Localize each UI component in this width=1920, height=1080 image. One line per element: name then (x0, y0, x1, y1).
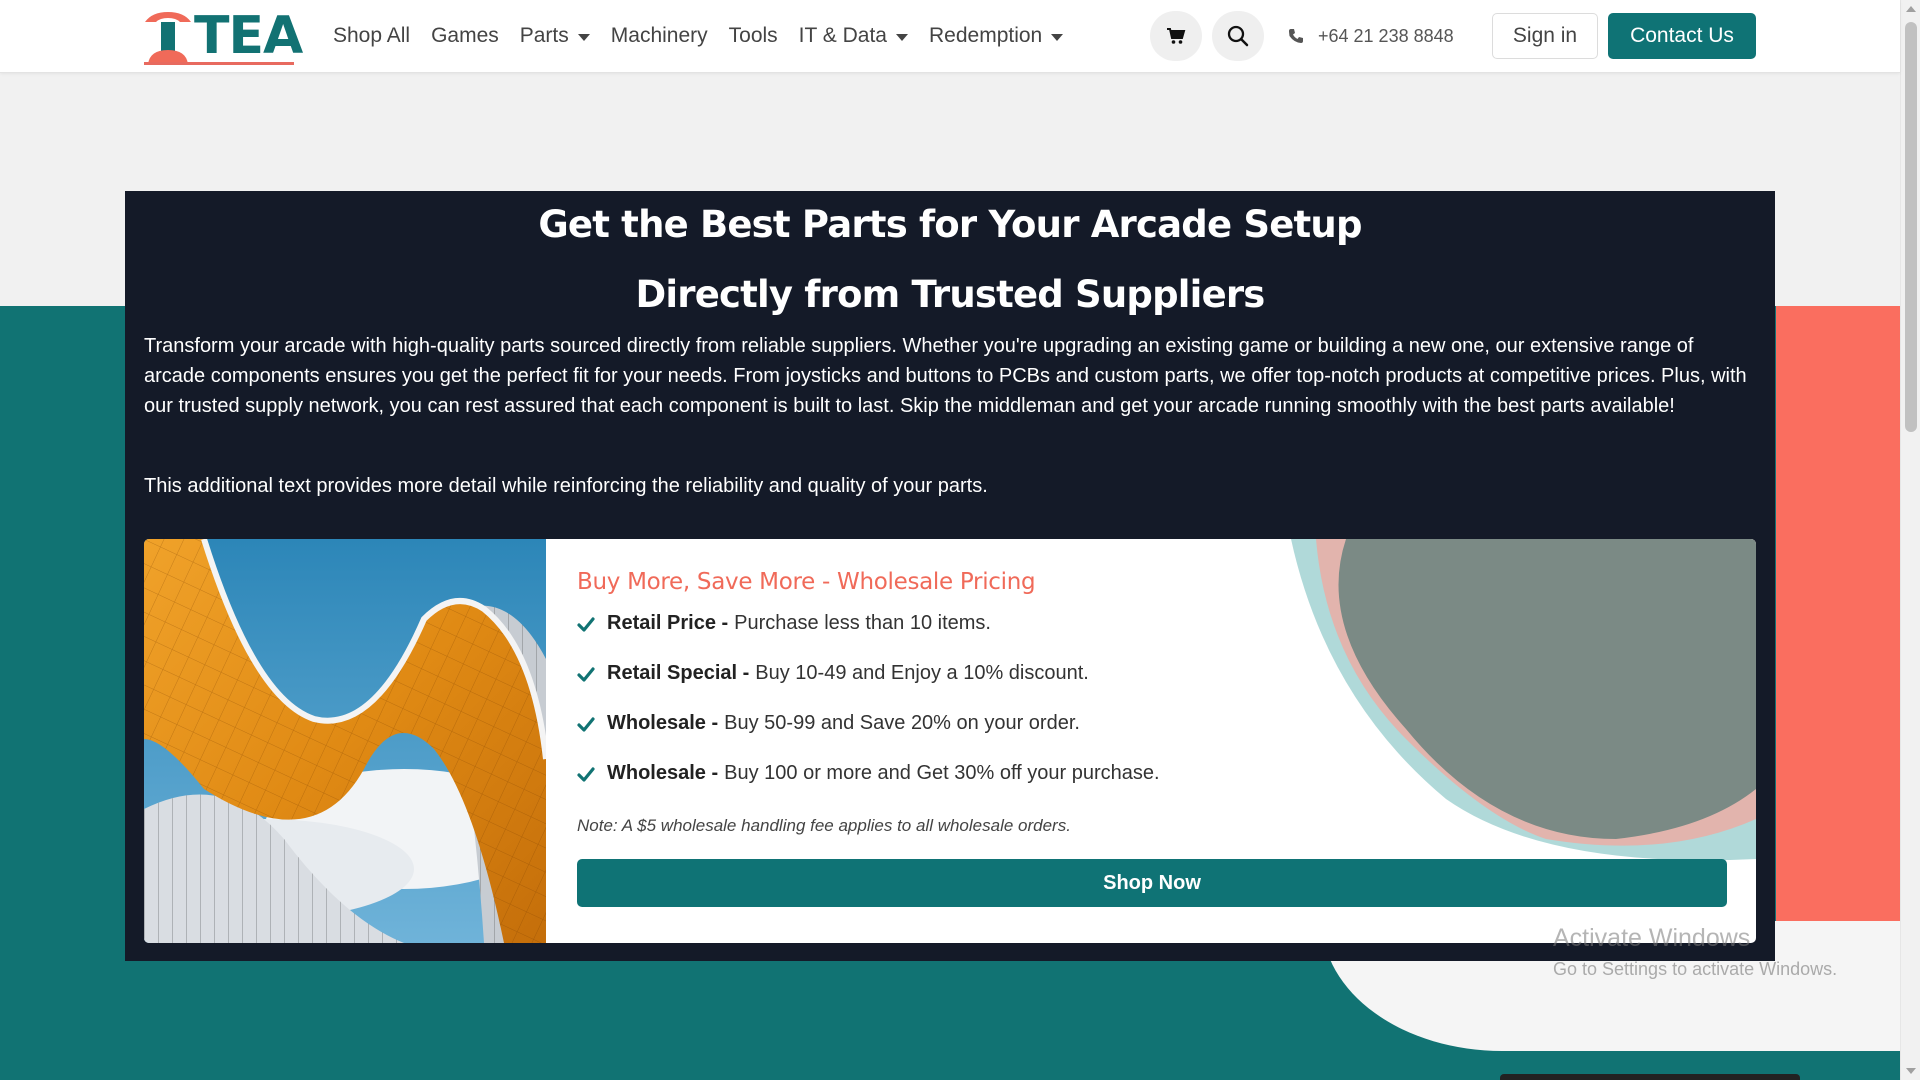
tier-name: Retail Price - (607, 612, 729, 634)
coral-accent-block (1776, 306, 1900, 921)
logo-icon (145, 12, 191, 64)
nav-redemption-dropdown[interactable]: Redemption (929, 24, 1064, 48)
pricing-tier: Retail Special - Buy 10-49 and Enjoy a 1… (577, 662, 1089, 685)
scroll-down-arrow-icon[interactable] (1906, 1068, 1916, 1074)
nav-machinery[interactable]: Machinery (611, 24, 708, 48)
tier-name: Wholesale - (607, 712, 719, 734)
hero-title: Get the Best Parts for Your Arcade Setup (538, 203, 1362, 246)
tier-description: Buy 100 or more and Get 30% off your pur… (724, 762, 1160, 784)
pricing-title: Buy More, Save More - Wholesale Pricing (577, 569, 1036, 595)
pricing-tier: Retail Price - Purchase less than 10 ite… (577, 612, 991, 635)
chevron-down-icon (577, 33, 590, 41)
check-icon (577, 666, 595, 682)
chevron-down-icon (1051, 33, 1064, 41)
nav-label: Games (431, 24, 499, 47)
hero-description: Transform your arcade with high-quality … (144, 335, 1747, 417)
top-navbar: TEA Shop All Games Parts Machinery Tools… (0, 0, 1900, 73)
nav-label: Redemption (929, 24, 1043, 47)
architecture-image (144, 539, 546, 943)
sign-in-button[interactable]: Sign in (1492, 13, 1598, 59)
check-icon (577, 716, 595, 732)
tier-description: Purchase less than 10 items. (734, 612, 991, 634)
cart-icon (1167, 28, 1186, 44)
logo-underline (144, 62, 294, 65)
hero-section: Get the Best Parts for Your Arcade Setup… (125, 191, 1775, 961)
scroll-up-arrow-icon[interactable] (1906, 6, 1916, 12)
nav-shop-all[interactable]: Shop All (333, 24, 410, 48)
pricing-tier: Wholesale - Buy 100 or more and Get 30% … (577, 762, 1160, 785)
activate-windows-title: Activate Windows (1553, 924, 1751, 952)
nav-parts-dropdown[interactable]: Parts (520, 24, 590, 48)
nav-label: Shop All (333, 24, 411, 47)
search-icon (1227, 25, 1249, 47)
search-button[interactable] (1212, 11, 1264, 61)
phone-contact[interactable]: +64 21 238 8848 (1288, 0, 1454, 72)
nav-label: IT & Data (798, 24, 887, 47)
bottom-element-peek (1500, 1074, 1800, 1080)
nav-label: Parts (519, 24, 569, 47)
chevron-down-icon (896, 33, 908, 41)
cart-button[interactable] (1150, 11, 1202, 61)
activate-windows-subtitle: Go to Settings to activate Windows. (1553, 959, 1838, 979)
phone-number: +64 21 238 8848 (1318, 25, 1454, 46)
tier-name: Retail Special - (607, 662, 750, 684)
tier-name: Wholesale - (607, 762, 719, 784)
shop-now-button[interactable]: Shop Now (577, 859, 1727, 907)
pricing-card: Buy More, Save More - Wholesale Pricing … (144, 539, 1756, 943)
nav-label: Tools (728, 24, 778, 47)
check-icon (577, 616, 595, 632)
wholesale-fee-note: Note: A $5 wholesale handling fee applie… (577, 816, 1071, 835)
tier-description: Buy 10-49 and Enjoy a 10% discount. (755, 662, 1089, 684)
tier-description: Buy 50-99 and Save 20% on your order. (724, 712, 1080, 734)
nav-it-data-dropdown[interactable]: IT & Data (799, 24, 908, 48)
scrollbar-thumb[interactable] (1905, 22, 1917, 432)
hero-additional-text: This additional text provides more detai… (144, 475, 988, 497)
check-icon (577, 766, 595, 782)
hero-subtitle: Directly from Trusted Suppliers (635, 273, 1265, 316)
nav-games[interactable]: Games (431, 24, 499, 48)
contact-us-button[interactable]: Contact Us (1608, 13, 1756, 59)
phone-icon (1289, 29, 1303, 43)
main-menu: Shop All Games Parts Machinery Tools IT … (333, 0, 1084, 72)
pricing-content: Buy More, Save More - Wholesale Pricing … (546, 539, 1756, 943)
site-logo[interactable]: TEA (142, 8, 303, 65)
nav-tools[interactable]: Tools (729, 24, 778, 48)
page-scrollbar[interactable] (1900, 0, 1920, 1080)
logo-text: TEA (194, 6, 303, 66)
nav-label: Machinery (610, 24, 708, 47)
pricing-tier: Wholesale - Buy 50-99 and Save 20% on yo… (577, 712, 1080, 735)
